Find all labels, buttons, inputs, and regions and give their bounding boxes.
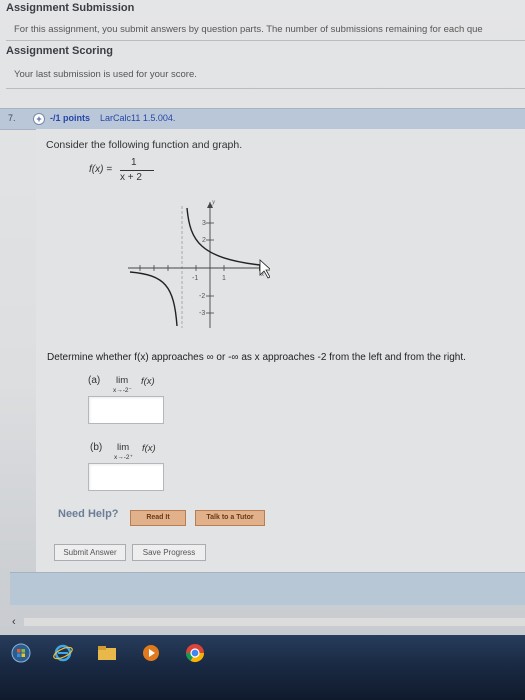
part-b-lim: lim	[117, 442, 130, 453]
expand-question-icon[interactable]: +	[33, 113, 45, 125]
horizontal-scrollbar[interactable]	[24, 618, 525, 626]
assignment-scoring-text: Your last submission is used for your sc…	[14, 69, 197, 80]
function-denominator: x + 2	[120, 172, 142, 183]
y-tick-label: 2	[202, 237, 206, 244]
part-a-lim: lim	[116, 375, 129, 386]
section-divider	[6, 88, 525, 89]
part-a-limit-subscript: x→-2⁻	[113, 387, 132, 394]
part-a-label: (a)	[88, 375, 101, 386]
part-b-answer-input[interactable]	[88, 463, 164, 491]
function-numerator: 1	[131, 157, 137, 168]
x-tick-label: 1	[222, 275, 226, 282]
function-lhs: f(x) =	[89, 164, 113, 175]
function-graph: y x 3 2 -2 -3 -1 1	[128, 198, 270, 328]
left-branch-curve	[129, 271, 178, 327]
question-header-bar: 7. + -/1 points LarCalc11 1.5.004.	[0, 108, 525, 130]
scroll-left-icon[interactable]: ‹	[12, 616, 16, 628]
question-number: 7.	[8, 113, 16, 123]
part-b-label: (b)	[90, 442, 103, 453]
question-id-link[interactable]: LarCalc11 1.5.004.	[100, 113, 175, 123]
next-question-bar	[10, 572, 525, 605]
assignment-submission-text: For this assignment, you submit answers …	[14, 24, 483, 35]
determine-instruction: Determine whether f(x) approaches ∞ or -…	[47, 352, 466, 363]
talk-to-tutor-button[interactable]: Talk to a Tutor	[195, 510, 265, 526]
question-prompt: Consider the following function and grap…	[46, 139, 243, 151]
y-tick-label: -2	[199, 293, 205, 300]
assignment-scoring-heading: Assignment Scoring	[6, 45, 113, 57]
read-it-button[interactable]: Read It	[130, 510, 186, 526]
part-b-limit-subscript: x→-2⁺	[114, 454, 133, 461]
assignment-submission-heading: Assignment Submission	[6, 2, 135, 14]
part-a-expression: f(x)	[141, 376, 155, 387]
x-tick-label: -1	[192, 275, 198, 282]
need-help-label: Need Help?	[58, 508, 119, 520]
start-orb-icon[interactable]	[10, 642, 32, 664]
part-a-answer-input[interactable]	[88, 396, 164, 424]
chrome-icon[interactable]	[184, 642, 206, 664]
internet-explorer-icon[interactable]	[52, 642, 74, 664]
y-tick-label: 3	[202, 220, 206, 227]
save-progress-button[interactable]: Save Progress	[132, 544, 206, 561]
fraction-bar	[120, 170, 154, 171]
submit-answer-button[interactable]: Submit Answer	[54, 544, 126, 561]
section-divider	[6, 40, 525, 41]
y-axis-label: y	[211, 198, 216, 206]
media-player-icon[interactable]	[140, 642, 162, 664]
file-explorer-icon[interactable]	[96, 642, 118, 664]
taskbar	[0, 635, 525, 700]
part-b-expression: f(x)	[142, 443, 156, 454]
question-points: -/1 points	[50, 113, 90, 123]
y-tick-label: -3	[199, 310, 205, 317]
right-branch-curve	[186, 207, 261, 266]
